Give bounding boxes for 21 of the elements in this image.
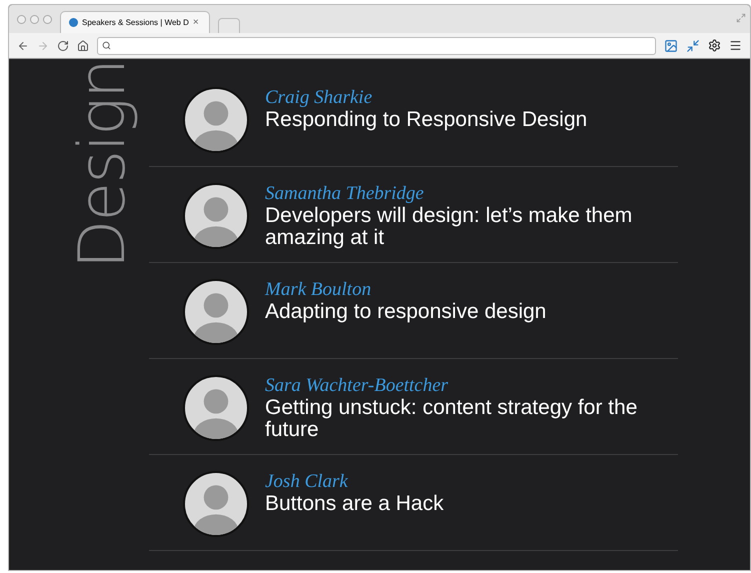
browser-tab[interactable]: Speakers & Sessions | Web D × (60, 11, 210, 33)
home-icon[interactable] (77, 40, 89, 52)
menu-icon[interactable] (729, 39, 742, 52)
picture-icon[interactable] (664, 38, 678, 52)
back-icon[interactable] (17, 40, 29, 52)
settings-icon[interactable] (708, 39, 721, 52)
reload-icon[interactable] (57, 40, 69, 52)
fullscreen-icon[interactable] (736, 13, 746, 23)
search-icon (102, 41, 111, 50)
speaker-name[interactable]: Samantha Thebridge (265, 183, 665, 205)
session-title: Responding to Responsive Design (265, 109, 588, 131)
session-title: Adapting to responsive design (265, 301, 548, 323)
session-title: Getting unstuck: content strategy for the future (265, 397, 638, 441)
speaker-name[interactable]: Mark Boulton (265, 279, 665, 301)
tab-title: Speakers & Sessions | Web D (82, 16, 189, 28)
speaker-name[interactable]: Craig Sharkie (265, 87, 665, 109)
close-icon[interactable]: × (192, 15, 199, 30)
session-title: Developers will design: let’s make them amazing at it (265, 205, 634, 249)
speaker-name[interactable]: Sara Wachter-Boettcher (265, 375, 665, 397)
speaker-name[interactable]: Josh Clark (265, 471, 665, 493)
session-title: Buttons are a Hack (265, 493, 445, 515)
